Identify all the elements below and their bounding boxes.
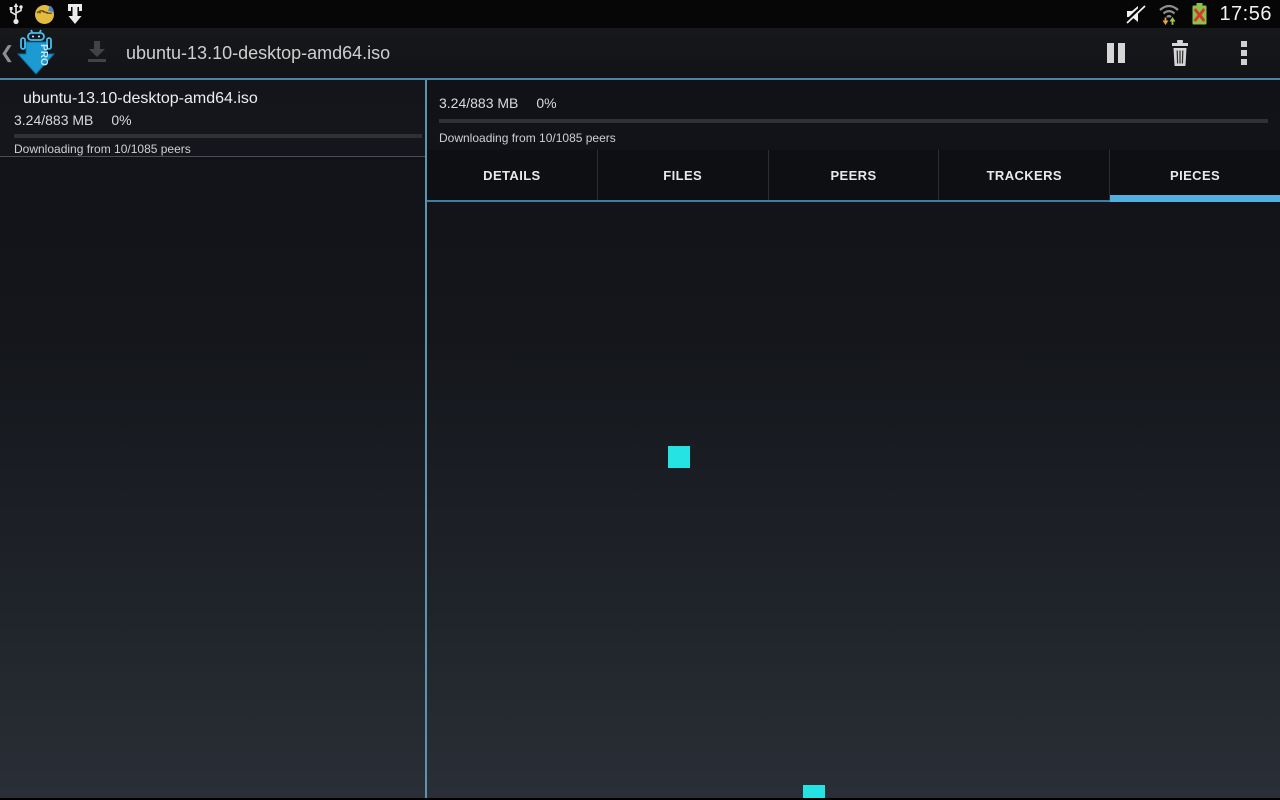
- tab-trackers[interactable]: TRACKERS: [938, 150, 1109, 200]
- usb-debugging-icon: [65, 3, 85, 25]
- back-button[interactable]: ❮: [0, 27, 14, 79]
- status-bar: 17:56: [0, 0, 1280, 28]
- detail-size-text: 3.24/883 MB: [439, 95, 518, 111]
- tab-pieces[interactable]: PIECES: [1109, 150, 1280, 200]
- pause-button[interactable]: [1084, 27, 1148, 79]
- action-bar: ❮ PRO ubuntu-13.10-desktop-amd64.iso: [0, 28, 1280, 80]
- tab-files[interactable]: FILES: [597, 150, 768, 200]
- detail-header: 3.24/883 MB 0% Downloading from 10/1085 p…: [427, 80, 1280, 150]
- mute-icon: [1123, 2, 1147, 26]
- torrent-size-text: 3.24/883 MB: [14, 112, 93, 128]
- pieces-map: [427, 202, 1280, 798]
- torrent-status-text: Downloading from 10/1085 peers: [14, 141, 422, 158]
- app-notification-icon: [34, 4, 55, 25]
- torrent-progress-bar: [14, 134, 422, 138]
- torrent-list-panel: ubuntu-13.10-desktop-amd64.iso 3.24/883 …: [0, 80, 427, 798]
- delete-button[interactable]: [1148, 27, 1212, 79]
- app-icon[interactable]: PRO: [14, 29, 58, 77]
- detail-tab-strip: DETAILS FILES PEERS TRACKERS PIECES: [427, 150, 1280, 202]
- detail-status-text: Downloading from 10/1085 peers: [439, 130, 1268, 146]
- download-indicator-icon: [84, 38, 110, 69]
- detail-progress-bar: [439, 119, 1268, 123]
- torrent-percent-text: 0%: [111, 112, 131, 128]
- app-badge-pro: PRO: [38, 44, 49, 66]
- detail-size-progress: 3.24/883 MB 0%: [439, 94, 1268, 112]
- torrent-list-item[interactable]: ubuntu-13.10-desktop-amd64.iso 3.24/883 …: [0, 80, 425, 157]
- piece-downloaded: [803, 785, 825, 798]
- overflow-menu-button[interactable]: [1212, 27, 1276, 79]
- content-area: ubuntu-13.10-desktop-amd64.iso 3.24/883 …: [0, 80, 1280, 798]
- action-bar-title: ubuntu-13.10-desktop-amd64.iso: [126, 43, 390, 64]
- clock: 17:56: [1217, 3, 1272, 26]
- torrent-name: ubuntu-13.10-desktop-amd64.iso: [14, 88, 422, 109]
- battery-unknown-icon: [1191, 2, 1208, 26]
- wifi-traffic-icon: [1156, 2, 1182, 26]
- torrent-detail-panel: 3.24/883 MB 0% Downloading from 10/1085 p…: [427, 80, 1280, 798]
- piece-downloaded: [668, 446, 690, 468]
- torrent-size-progress: 3.24/883 MB 0%: [14, 110, 422, 130]
- tab-peers[interactable]: PEERS: [768, 150, 939, 200]
- usb-icon: [8, 3, 24, 25]
- tab-details[interactable]: DETAILS: [427, 150, 597, 200]
- detail-percent-text: 0%: [536, 95, 556, 111]
